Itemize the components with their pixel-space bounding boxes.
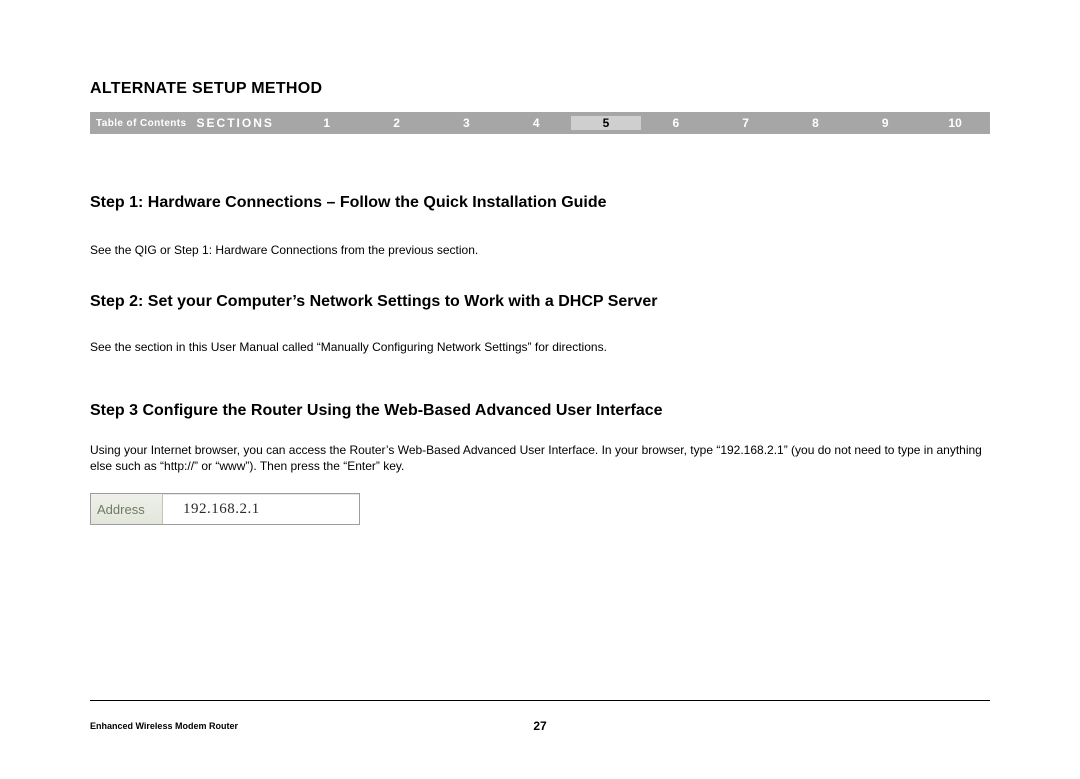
footer-page-number: 27 [90,719,990,733]
footer-rule [90,700,990,701]
address-input[interactable]: 192.168.2.1 [163,494,359,524]
section-link-3[interactable]: 3 [431,116,501,130]
sections-label: SECTIONS [197,116,292,130]
section-link-4[interactable]: 4 [501,116,571,130]
section-link-5[interactable]: 5 [571,116,641,130]
page-footer: Enhanced Wireless Modem Router 27 [90,700,990,731]
section-link-6[interactable]: 6 [641,116,711,130]
section-numbers: 12345678910 [292,116,990,130]
toc-link[interactable]: Table of Contents [90,118,197,129]
section-link-8[interactable]: 8 [781,116,851,130]
step2-text: See the section in this User Manual call… [90,339,990,356]
manual-page: ALTERNATE SETUP METHOD Table of Contents… [0,0,1080,779]
content-area: Step 1: Hardware Connections – Follow th… [90,134,990,525]
section-navbar: Table of Contents SECTIONS 12345678910 [90,112,990,134]
step3-text: Using your Internet browser, you can acc… [90,442,990,476]
address-label: Address [91,494,163,524]
step2-heading: Step 2: Set your Computer’s Network Sett… [90,293,990,311]
step1-heading: Step 1: Hardware Connections – Follow th… [90,194,990,212]
section-link-2[interactable]: 2 [362,116,432,130]
page-title: ALTERNATE SETUP METHOD [90,80,990,98]
browser-address-bar: Address 192.168.2.1 [90,493,360,525]
section-link-10[interactable]: 10 [920,116,990,130]
section-link-7[interactable]: 7 [711,116,781,130]
step1-text: See the QIG or Step 1: Hardware Connecti… [90,242,990,259]
section-link-9[interactable]: 9 [850,116,920,130]
step3-heading: Step 3 Configure the Router Using the We… [90,402,990,420]
section-link-1[interactable]: 1 [292,116,362,130]
